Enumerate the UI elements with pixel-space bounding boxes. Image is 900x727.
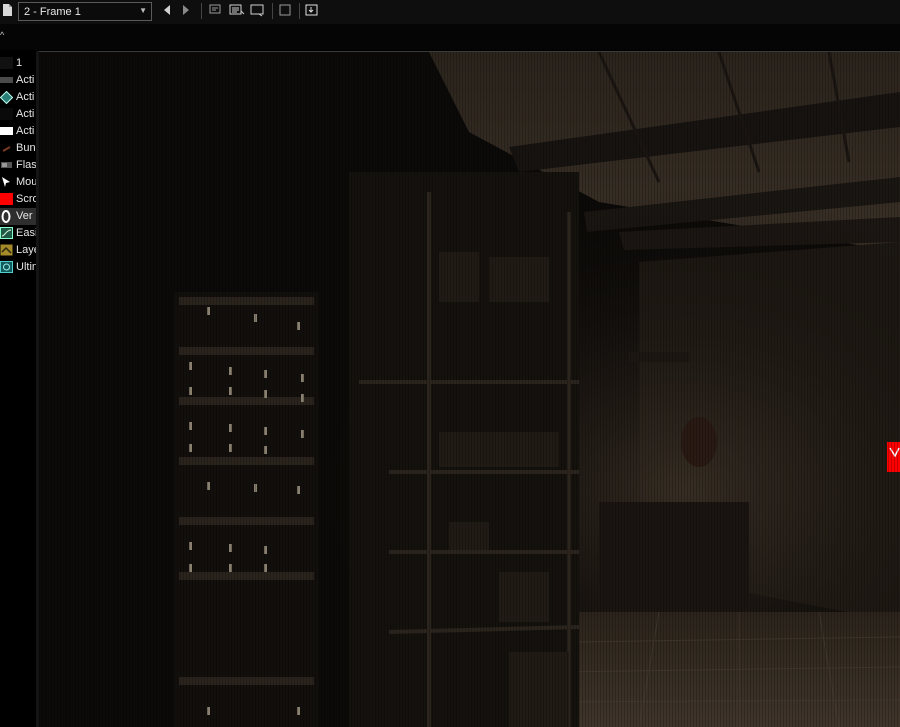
object-label: Ultin	[16, 261, 36, 273]
object-label: Scro	[16, 193, 36, 205]
diamond-active-icon	[0, 90, 14, 105]
object-item-active-4[interactable]: Acti	[0, 123, 36, 140]
version-icon	[0, 210, 13, 223]
object-item-active-1[interactable]: Acti	[0, 72, 36, 89]
frame-list-icon[interactable]	[207, 3, 223, 19]
ultimate-icon	[0, 261, 13, 273]
object-item-scroll[interactable]: Scro	[0, 191, 36, 208]
prev-frame-icon[interactable]	[161, 3, 173, 19]
frame-editor-viewport[interactable]	[39, 52, 900, 727]
scene-preview	[39, 52, 900, 727]
blank-swatch-icon	[0, 57, 13, 69]
export-frame-icon[interactable]	[304, 3, 320, 19]
toolbar-separator	[201, 3, 202, 19]
frame-select-value: 2 - Frame 1	[24, 6, 81, 18]
file-icon[interactable]	[1, 3, 13, 19]
frame-box-icon[interactable]	[278, 3, 292, 19]
flashlight-icon	[0, 159, 13, 171]
object-label: Acti	[16, 74, 35, 86]
object-label: Bun	[16, 142, 36, 154]
object-label: Laye	[16, 244, 36, 256]
object-item-active-2[interactable]: Acti	[0, 89, 36, 106]
layers-icon	[0, 244, 13, 256]
collapse-icon[interactable]: ^	[0, 30, 4, 40]
frame-toolbar: 2 - Frame 1 ▼	[0, 0, 900, 24]
object-item-mouse[interactable]: Mou	[0, 174, 36, 191]
chevron-down-icon: ▼	[139, 6, 147, 15]
active-black-icon	[0, 108, 13, 120]
next-frame-icon[interactable]	[180, 3, 192, 19]
mouse-pointer-icon	[0, 176, 13, 188]
object-label: 1	[16, 57, 23, 69]
toolbar-separator	[299, 3, 300, 19]
sub-toolbar: ^	[0, 24, 900, 50]
object-label: Mou	[16, 176, 36, 188]
object-label: Ver	[16, 210, 33, 222]
object-label: Acti	[16, 108, 35, 120]
easing-icon	[0, 227, 13, 239]
frame-editor-icon[interactable]	[229, 3, 245, 19]
active-object-icon	[0, 77, 13, 83]
object-item-easing[interactable]: Easi	[0, 225, 36, 242]
frame-window-icon[interactable]	[250, 3, 266, 19]
object-label: Acti	[16, 125, 35, 137]
active-white-icon	[0, 127, 13, 135]
object-item-active-3[interactable]: Acti	[0, 106, 36, 123]
object-item-layers[interactable]: Laye	[0, 242, 36, 259]
object-label: Acti	[16, 91, 35, 103]
object-list-panel: 1 Acti Acti Acti Acti Bun Flas Mou Scro …	[0, 51, 37, 727]
object-item-bundle[interactable]: Bun	[0, 140, 36, 157]
object-label: Flas	[16, 159, 36, 171]
object-item-version[interactable]: Ver	[0, 208, 36, 225]
object-label: Easi	[16, 227, 36, 239]
object-item-1[interactable]: 1	[0, 55, 36, 72]
toolbar-separator	[272, 3, 273, 19]
object-item-flashlight[interactable]: Flas	[0, 157, 36, 174]
frame-select[interactable]: 2 - Frame 1 ▼	[18, 2, 152, 21]
object-item-ultimate[interactable]: Ultin	[0, 259, 36, 276]
scroll-icon	[0, 193, 13, 205]
bundle-icon	[0, 142, 13, 154]
